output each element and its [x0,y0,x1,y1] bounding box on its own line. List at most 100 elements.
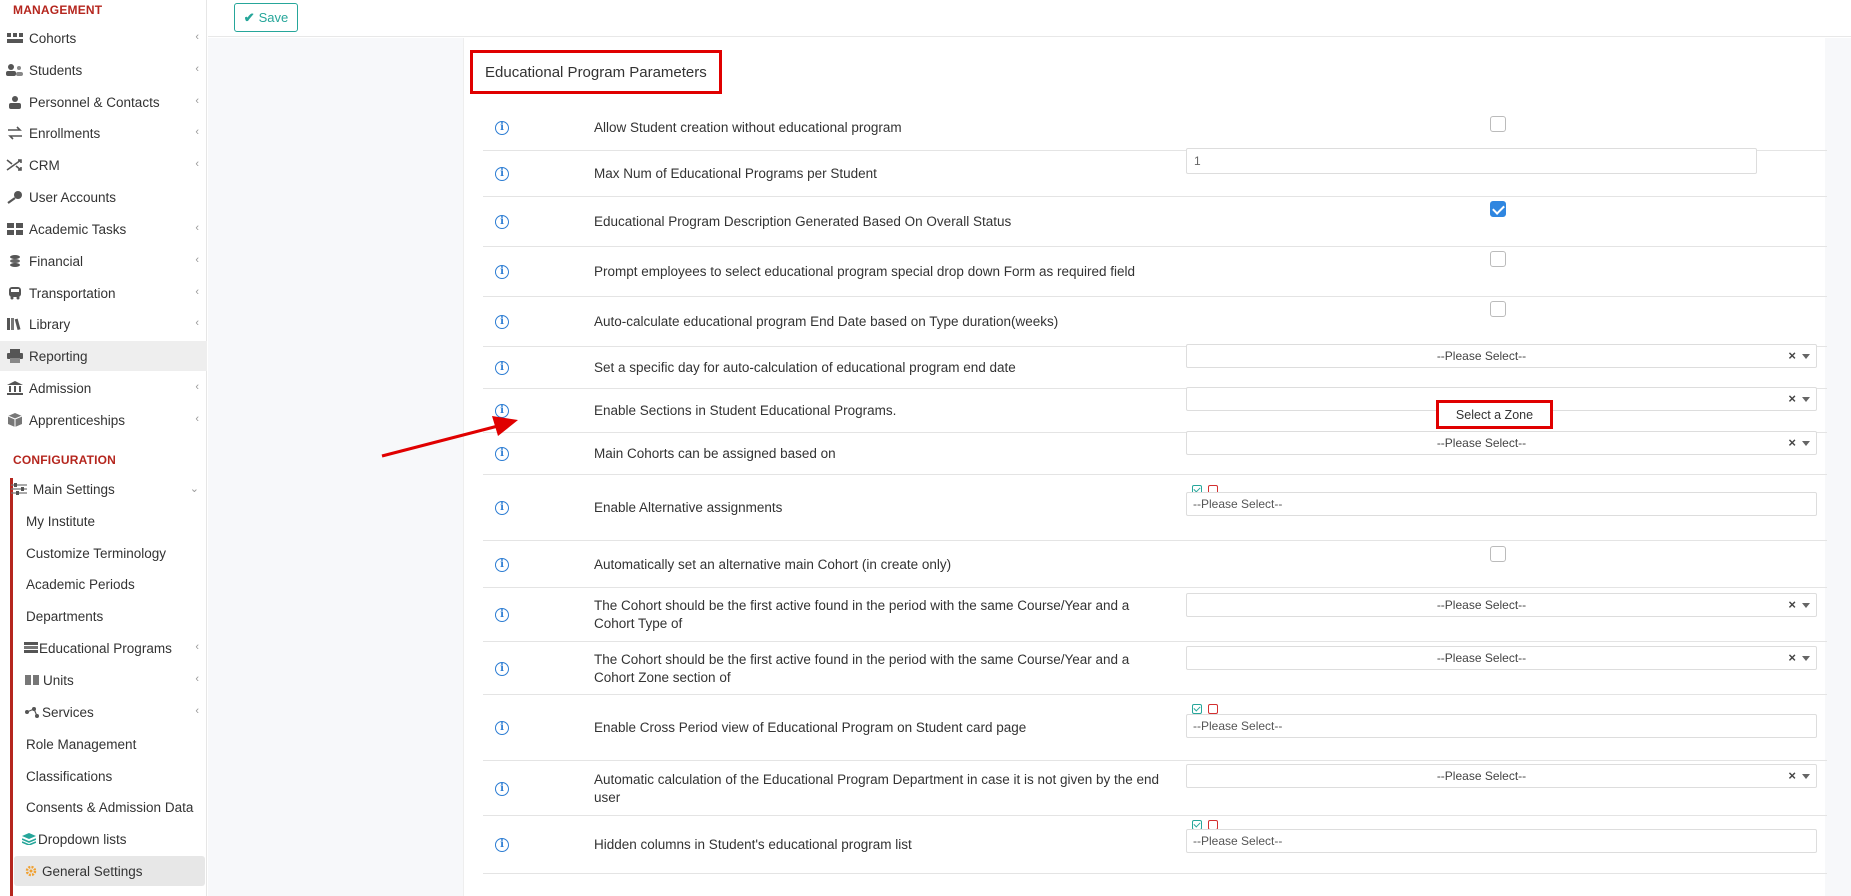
setting-row: i The Cohort should be the first active f… [483,642,1827,695]
setting-select[interactable]: --Please Select-- × [1186,431,1817,455]
info-icon[interactable]: i [495,215,509,229]
sidebar-item-enrollments[interactable]: Enrollments ‹ [0,118,207,148]
book-icon [25,675,39,685]
multi-select-input[interactable]: --Please Select-- [1186,492,1817,516]
sidebar: MANAGEMENT Cohorts ‹ Students ‹ Personnel … [0,0,207,896]
sidebar-item-label: General Settings [42,863,143,879]
sidebar-item-general-settings[interactable]: General Settings [14,856,205,886]
sidebar-item-role-management[interactable]: Role Management [14,729,205,759]
sidebar-item-reporting[interactable]: Reporting [0,341,207,371]
chevron-down-icon[interactable] [1802,397,1810,402]
sidebar-item-academic-periods[interactable]: Academic Periods [14,569,205,599]
info-icon[interactable]: i [495,781,509,796]
clear-icon[interactable]: × [1788,391,1796,406]
chevron-down-icon[interactable] [1802,656,1810,661]
setting-row: i Auto-calculate educational program End … [483,297,1827,347]
max-programs-input[interactable]: 1 [1186,148,1757,174]
setting-label: The Cohort should be the first active fo… [594,651,1130,685]
sidebar-item-label: Apprenticeships [29,412,126,428]
select-all-icon[interactable] [1192,704,1202,714]
sidebar-item-label: Services [42,704,94,720]
clear-icon[interactable]: × [1788,768,1796,783]
setting-select[interactable]: --Please Select-- × [1186,593,1817,617]
sidebar-item-main-settings[interactable]: Main Settings ⌄ [4,474,207,504]
setting-label: Hidden columns in Student's educational … [594,837,912,852]
sidebar-item-label: Role Management [26,736,137,752]
info-icon[interactable]: i [495,661,509,676]
sidebar-item-label: Financial [29,253,84,269]
sidebar-item-crm[interactable]: CRM ‹ [0,150,207,180]
students-icon [6,64,23,76]
sidebar-item-customize-terminology[interactable]: Customize Terminology [14,538,205,568]
sidebar-item-consents[interactable]: Consents & Admission Data [14,792,205,822]
sidebar-item-dropdown-lists[interactable]: Dropdown lists [14,824,205,854]
multi-select-input[interactable]: --Please Select-- [1186,829,1817,853]
sidebar-item-my-institute[interactable]: My Institute [14,506,205,536]
sidebar-item-personnel[interactable]: Personnel & Contacts ‹ [0,87,207,117]
top-toolbar: ✔ Save [208,0,1851,37]
sidebar-item-units[interactable]: Units ‹ [14,665,205,695]
clear-icon[interactable]: × [1788,435,1796,450]
setting-select[interactable]: --Please Select-- × [1186,646,1817,670]
setting-checkbox[interactable] [1490,201,1506,217]
deselect-all-icon[interactable] [1208,704,1218,714]
chevron-down-icon[interactable] [1802,774,1810,779]
info-icon[interactable]: i [495,721,509,735]
setting-checkbox[interactable] [1490,251,1506,267]
select-value: --Please Select-- [1436,436,1527,450]
clear-icon[interactable]: × [1788,597,1796,612]
setting-checkbox[interactable] [1490,301,1506,317]
info-icon[interactable]: i [495,557,509,572]
setting-select[interactable]: --Please Select-- × [1186,764,1817,788]
sidebar-item-departments[interactable]: Departments [14,601,205,631]
sidebar-item-academic-tasks[interactable]: Academic Tasks ‹ [0,214,207,244]
layers-icon [22,833,36,845]
info-icon[interactable]: i [495,120,509,135]
setting-label: Enable Sections in Student Educational P… [594,403,897,418]
zone-select-highlight[interactable]: Select a Zone [1436,400,1553,429]
info-icon[interactable]: i [495,315,509,329]
sidebar-item-transportation[interactable]: Transportation ‹ [0,278,207,308]
chevron-down-icon[interactable] [1802,354,1810,359]
crm-icon [6,159,22,171]
chevron-left-icon: ‹ [195,63,199,75]
setting-row: i The Cohort should be the first active f… [483,588,1827,642]
chevron-down-icon[interactable] [1802,603,1810,608]
chevron-down-icon[interactable] [1802,441,1810,446]
enrollments-icon [8,126,22,140]
clear-icon[interactable]: × [1788,650,1796,665]
info-icon[interactable]: i [495,838,509,852]
sidebar-item-library[interactable]: Library ‹ [0,309,207,339]
management-section-title: MANAGEMENT [13,3,103,17]
setting-row: i Main Cohorts can be assigned based on --… [483,431,1827,475]
sidebar-item-classifications[interactable]: Classifications [14,761,205,791]
sidebar-item-educational-programs[interactable]: Educational Programs ‹ [14,633,205,663]
sidebar-item-label: Reporting [29,348,88,364]
select-value: --Please Select-- [1436,598,1527,612]
info-icon[interactable]: i [495,608,509,622]
sidebar-item-services[interactable]: Services ‹ [14,697,205,727]
info-icon[interactable]: i [495,265,509,279]
save-button[interactable]: ✔ Save [234,3,298,32]
sidebar-item-cohorts[interactable]: Cohorts ‹ [0,23,207,53]
setting-checkbox[interactable] [1490,546,1506,562]
setting-checkbox[interactable] [1490,116,1506,132]
personnel-icon [9,96,21,109]
programs-icon [24,642,38,653]
sidebar-item-financial[interactable]: Financial ‹ [0,246,207,276]
chevron-left-icon: ‹ [195,286,199,298]
sidebar-item-user-accounts[interactable]: User Accounts [0,182,207,212]
info-icon[interactable]: i [495,167,509,181]
setting-select[interactable]: --Please Select-- × [1186,344,1817,368]
setting-label: Prompt employees to select educational p… [594,264,1136,279]
info-icon[interactable]: i [495,501,509,515]
sidebar-item-admission[interactable]: Admission ‹ [0,373,207,403]
sidebar-item-apprenticeships[interactable]: Apprenticeships ‹ [0,405,207,435]
setting-label: Main Cohorts can be assigned based on [594,446,836,461]
multi-select-input[interactable]: --Please Select-- [1186,714,1817,738]
sidebar-item-label: Students [29,62,83,78]
sidebar-item-students[interactable]: Students ‹ [0,55,207,85]
info-icon[interactable]: i [495,361,509,375]
setting-row: i Automatic calculation of the Educationa… [483,761,1827,816]
clear-icon[interactable]: × [1788,348,1796,363]
